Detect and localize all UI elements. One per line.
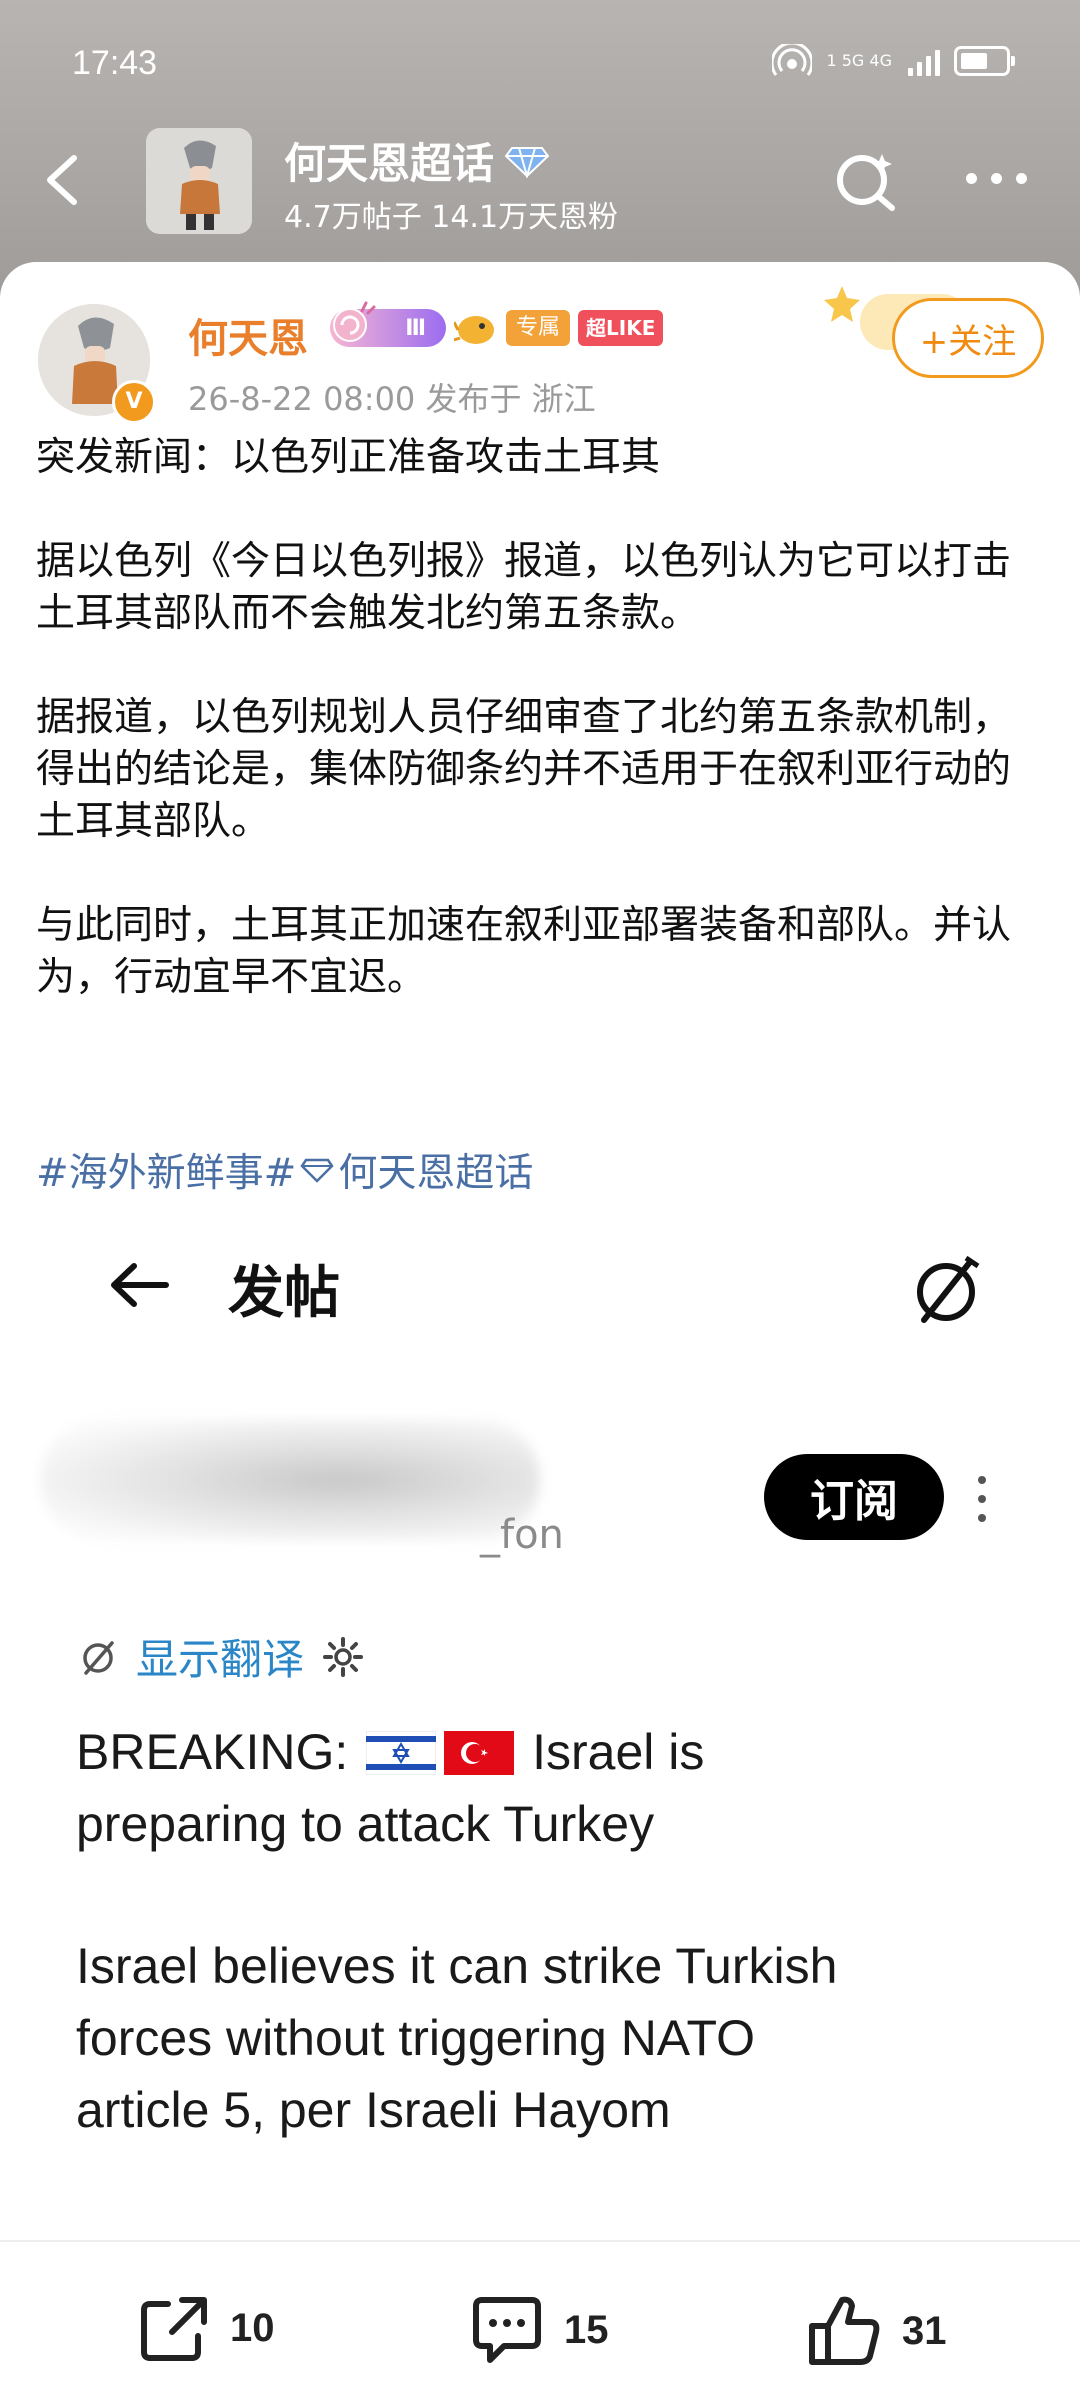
more-options-icon[interactable]	[966, 158, 1046, 198]
topic-title: 何天恩超话	[284, 130, 550, 191]
embedded-para-line2: forces without triggering NATO	[76, 2010, 755, 2066]
battery-icon	[954, 46, 1015, 76]
embedded-breaking-line2: preparing to attack Turkey	[76, 1796, 655, 1852]
share-button[interactable]: 10	[138, 2294, 275, 2362]
subscribe-button: 订阅	[764, 1454, 944, 1540]
signal-icon	[908, 46, 940, 76]
turkey-flag-icon	[444, 1731, 515, 1775]
share-count: 10	[230, 2305, 275, 2350]
back-arrow-icon[interactable]	[36, 150, 96, 210]
post-text: 突发新闻：以色列正准备攻击土耳其 据以色列《今日以色列报》报道，以色列认为它可以…	[36, 432, 1046, 1056]
like-count: 31	[902, 2308, 947, 2353]
author-badges: Ⅲ 专属 超LIKE	[330, 301, 664, 348]
post-hashtags: #海外新鲜事# 何天恩超话	[36, 1142, 533, 1198]
topic-avatar-image	[146, 128, 252, 234]
post-meta: 26-8-22 08:00 发布于 浙江	[188, 380, 596, 418]
embedded-para-line1: Israel believes it can strike Turkish	[76, 1938, 838, 1994]
share-icon	[141, 2297, 207, 2361]
thumbs-up-icon	[809, 2296, 880, 2365]
translate-globe-icon	[917, 1255, 980, 1323]
topic-header: 何天恩超话 4.7万帖子 14.1万天恩粉	[0, 120, 1080, 270]
status-icons: 1 5G 4G	[772, 44, 1015, 78]
show-translation-label: 显示翻译	[136, 1635, 305, 1684]
comment-count: 15	[564, 2307, 609, 2352]
bottom-action-bar: 10 15 31	[0, 2240, 1080, 2399]
pufferfish-icon	[454, 316, 494, 344]
comment-icon	[473, 2297, 541, 2363]
author-name[interactable]: 何天恩	[188, 306, 308, 364]
embedded-back-arrow-icon	[111, 1263, 169, 1307]
diamond-icon	[300, 1158, 334, 1183]
embedded-more-icon	[976, 1476, 988, 1522]
show-translation: 显示翻译	[78, 1626, 364, 1687]
post-paragraph: 据以色列《今日以色列报》报道，以色列认为它可以打击土耳其部队而不会触发北约第五条…	[36, 539, 1012, 636]
settings-gear-icon	[323, 1636, 364, 1677]
status-time: 17:43	[72, 44, 158, 82]
status-bar: 17:43 1 5G 4G	[0, 0, 1080, 120]
verified-badge-icon: V	[112, 380, 156, 424]
translate-icon	[83, 1640, 114, 1675]
snail-icon	[333, 301, 376, 342]
topic-avatar[interactable]	[146, 128, 252, 234]
post-paragraph: 突发新闻：以色列正准备攻击土耳其	[36, 435, 661, 480]
blurred-handle: _fon	[480, 1512, 564, 1558]
comment-button[interactable]: 15	[470, 2294, 609, 2366]
super-like-tag: 超LIKE	[578, 310, 664, 346]
diamond-icon	[504, 146, 550, 178]
embedded-breaking-line1: BREAKING: Israel is	[76, 1716, 1036, 1788]
embedded-title: 发帖	[228, 1261, 340, 1326]
breaking-rest: Israel is	[532, 1724, 705, 1780]
blurred-username	[40, 1420, 540, 1540]
level-badge: Ⅲ	[330, 301, 446, 347]
search-icon[interactable]	[830, 146, 902, 218]
level-text: Ⅲ	[405, 315, 426, 341]
embedded-para-line3: article 5, per Israeli Hayom	[76, 2082, 671, 2138]
topic-title-text: 何天恩超话	[284, 139, 495, 188]
hashtag-overseas[interactable]: #海外新鲜事#	[36, 1142, 296, 1198]
post-paragraph: 与此同时，土耳其正加速在叙利亚部署装备和部队。并认为，行动宜早不宜迟。	[36, 903, 1012, 1000]
exclusive-tag: 专属	[506, 310, 571, 346]
follow-button[interactable]: +关注	[892, 298, 1044, 378]
topic-stats: 4.7万帖子 14.1万天恩粉	[284, 200, 619, 235]
post-paragraph: 据报道，以色列规划人员仔细审查了北约第五条款机制，得出的结论是，集体防御条约并不…	[36, 695, 1012, 844]
like-button[interactable]: 31	[806, 2294, 947, 2368]
hashtag-supertopic[interactable]: 何天恩超话	[338, 1142, 533, 1198]
israel-flag-icon	[366, 1731, 437, 1775]
network-type: 1 5G 4G	[826, 51, 892, 70]
hotspot-icon	[772, 44, 813, 76]
breaking-prefix: BREAKING:	[76, 1724, 349, 1780]
